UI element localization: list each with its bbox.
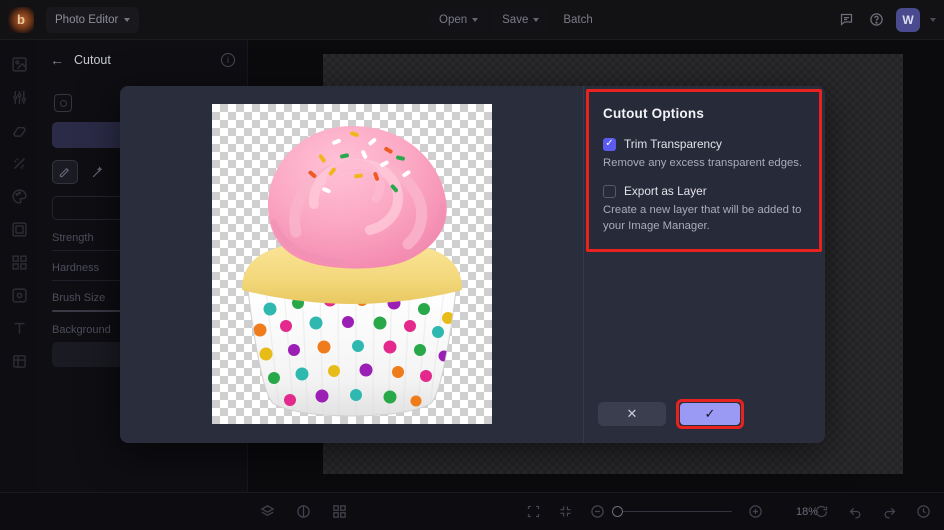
- export-as-layer-label: Export as Layer: [624, 184, 707, 199]
- compare-icon[interactable]: [294, 503, 312, 521]
- cutout-options-panel: Cutout Options ✓ Trim Transparency Remov…: [586, 89, 822, 252]
- dialog-cancel-button[interactable]: ✕: [598, 402, 666, 426]
- reset-icon[interactable]: [812, 503, 830, 521]
- sliders-icon[interactable]: [9, 87, 29, 107]
- dialog-confirm-highlight: ✓: [676, 399, 744, 429]
- frame-icon[interactable]: [9, 219, 29, 239]
- info-icon[interactable]: i: [221, 53, 235, 67]
- trim-transparency-label: Trim Transparency: [624, 137, 722, 151]
- cutout-dialog: Cutout Options ✓ Trim Transparency Remov…: [120, 86, 825, 443]
- zoom-in-icon[interactable]: [746, 503, 764, 521]
- layers-icon[interactable]: [9, 351, 29, 371]
- undo-icon[interactable]: [846, 503, 864, 521]
- chevron-down-icon: [533, 17, 540, 22]
- brand-logo-icon[interactable]: b: [8, 6, 34, 33]
- brush-icon[interactable]: [52, 160, 78, 184]
- grid-icon[interactable]: [330, 503, 348, 521]
- dialog-action-bar: ✕ ✓: [598, 399, 744, 429]
- help-circle-icon[interactable]: [866, 10, 886, 30]
- top-bar: b Photo Editor Open Save Batch W: [0, 0, 944, 40]
- collage-icon[interactable]: [9, 252, 29, 272]
- fit-to-screen-icon[interactable]: [524, 503, 542, 521]
- open-button[interactable]: Open: [430, 6, 488, 33]
- zoom-slider-handle[interactable]: [612, 505, 623, 517]
- tool-rail: [0, 40, 38, 530]
- chevron-down-icon: [124, 17, 131, 22]
- back-arrow-icon[interactable]: ←: [50, 52, 64, 68]
- batch-button[interactable]: Batch: [554, 7, 601, 33]
- zoom-controls: 18%: [524, 503, 818, 521]
- bottom-bar: 18%: [0, 492, 944, 530]
- cupcake-image: [242, 126, 462, 417]
- chevron-down-icon[interactable]: [930, 17, 936, 22]
- bottom-right-group: [812, 503, 932, 521]
- eraser-icon[interactable]: [9, 120, 29, 140]
- page-title: Cutout: [74, 53, 111, 67]
- trim-transparency-description: Remove any excess transparent edges.: [603, 157, 803, 169]
- sticker-icon[interactable]: [9, 285, 29, 305]
- export-as-layer-row[interactable]: Export as Layer: [603, 184, 805, 198]
- dialog-options-pane: Cutout Options ✓ Trim Transparency Remov…: [584, 86, 825, 443]
- dialog-confirm-button[interactable]: ✓: [680, 403, 740, 425]
- app-menu-label: Photo Editor: [55, 13, 119, 26]
- save-button[interactable]: Save: [493, 6, 549, 33]
- trim-transparency-checkbox[interactable]: ✓: [603, 137, 616, 151]
- zoom-out-icon[interactable]: [588, 503, 606, 521]
- chevron-down-icon: [472, 17, 479, 22]
- app-menu-button[interactable]: Photo Editor: [46, 6, 140, 33]
- panel-header: ← Cutout i: [38, 40, 247, 80]
- options-title: Cutout Options: [603, 106, 705, 121]
- save-label: Save: [502, 13, 529, 26]
- zoom-slider[interactable]: [612, 505, 732, 517]
- redo-icon[interactable]: [880, 503, 898, 521]
- top-bar-right-group: W: [836, 7, 936, 32]
- batch-label: Batch: [563, 13, 593, 26]
- open-label: Open: [439, 13, 468, 26]
- trim-transparency-row[interactable]: ✓ Trim Transparency: [603, 137, 805, 151]
- chat-bubble-icon[interactable]: [836, 10, 856, 30]
- export-as-layer-description: Create a new layer that will be added to…: [603, 204, 802, 232]
- top-menu-group: Open Save Batch: [430, 6, 602, 33]
- retouch-icon[interactable]: [9, 153, 29, 173]
- avatar[interactable]: W: [896, 7, 920, 32]
- history-icon[interactable]: [914, 503, 932, 521]
- dialog-preview-pane: [120, 86, 584, 443]
- color-palette-icon[interactable]: [9, 186, 29, 206]
- photo-editor-window: b Photo Editor Open Save Batch W ← Cutou…: [0, 0, 944, 530]
- magic-wand-icon[interactable]: [84, 160, 110, 184]
- layers-stack-icon[interactable]: [258, 503, 276, 521]
- image-adjust-icon[interactable]: [9, 54, 29, 74]
- actual-size-icon[interactable]: [556, 503, 574, 521]
- export-as-layer-checkbox[interactable]: [603, 184, 616, 198]
- image-thumbnail-icon[interactable]: [54, 94, 72, 112]
- bottom-left-group: [258, 503, 348, 521]
- text-icon[interactable]: [9, 318, 29, 338]
- cupcake-cutout-preview: [212, 104, 492, 424]
